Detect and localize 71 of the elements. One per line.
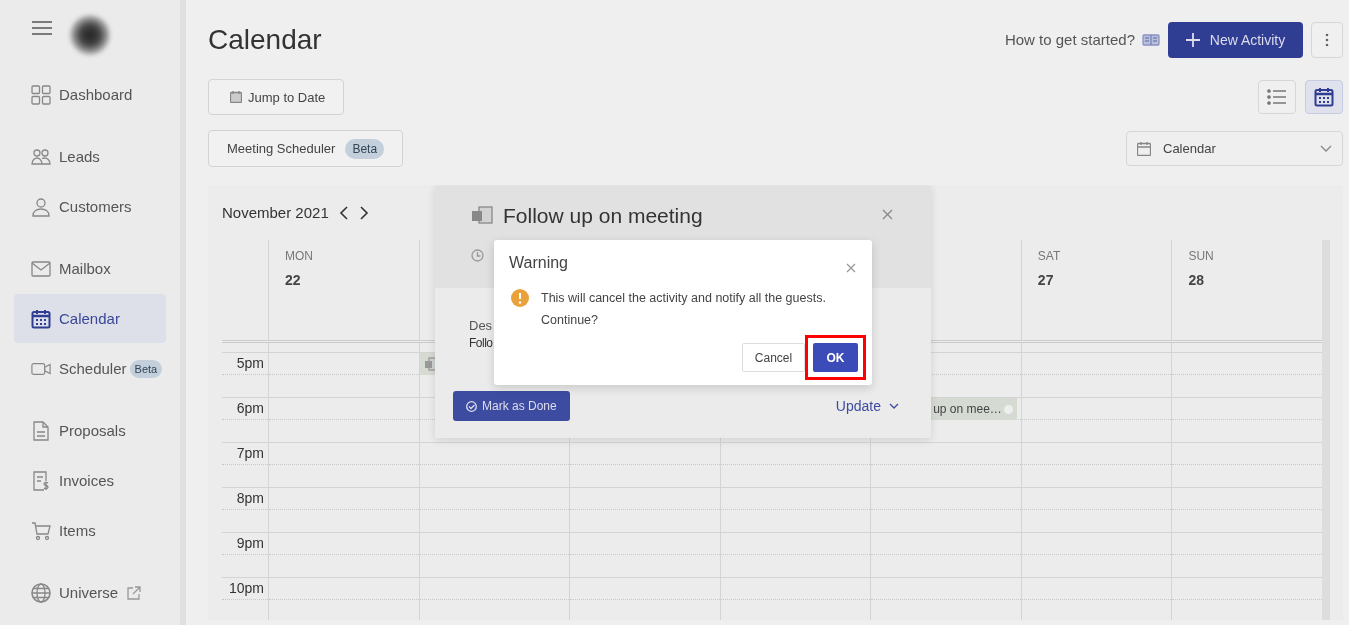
sidebar-item[interactable]: Mailbox	[14, 244, 166, 293]
time-label: 5pm	[236, 355, 264, 371]
time-label: 10pm	[228, 580, 264, 596]
close-icon[interactable]	[846, 263, 856, 273]
clock-icon	[471, 249, 484, 262]
weekday-label: MON	[285, 249, 314, 263]
list-view-button[interactable]	[1258, 80, 1296, 114]
confirm-button[interactable]: OK	[813, 343, 858, 372]
sidebar-item[interactable]: Universe	[14, 568, 166, 617]
dialog-title: Warning	[509, 254, 568, 272]
date-number: 27	[1037, 272, 1055, 288]
chevron-left-icon[interactable]	[338, 204, 349, 221]
new-activity-button[interactable]: New Activity	[1168, 21, 1303, 58]
sidebar-item[interactable]: Leads	[14, 132, 166, 181]
menu-icon[interactable]	[31, 19, 53, 36]
jump-to-date-button[interactable]: Jump to Date	[208, 79, 345, 115]
date-number: 22	[285, 272, 302, 288]
beta-badge: Beta	[129, 359, 163, 378]
sidebar-item[interactable]: Calendar	[14, 294, 166, 343]
date-number: 28	[1188, 272, 1205, 288]
mark-as-done-button[interactable]: Mark as Done	[453, 391, 570, 421]
sidebar-item[interactable]: Proposals	[14, 406, 166, 455]
calendar-icon	[31, 308, 51, 329]
list-icon	[1267, 89, 1287, 105]
chevron-down-icon	[889, 403, 899, 409]
beta-badge: Beta	[345, 138, 385, 159]
mail-icon	[31, 260, 51, 277]
sidebar-item[interactable]: Invoices	[14, 456, 166, 505]
people-icon	[31, 146, 51, 167]
cart-icon	[31, 520, 51, 541]
grid-icon	[31, 84, 51, 105]
calendar-icon	[230, 91, 242, 103]
month-label: November 2021	[222, 204, 329, 221]
calendar-view-button[interactable]	[1305, 80, 1343, 114]
calendar-icon	[1314, 87, 1334, 107]
meeting-scheduler-button[interactable]: Meeting Scheduler Beta	[208, 130, 404, 167]
description-text: Follo	[469, 336, 493, 350]
chevron-right-icon[interactable]	[358, 204, 369, 221]
time-label: 8pm	[236, 490, 264, 506]
cancel-button[interactable]: Cancel	[742, 343, 805, 372]
description-label: Des	[469, 318, 493, 333]
document-icon	[32, 420, 50, 441]
logo-icon	[70, 14, 110, 55]
sidebar-item[interactable]: Scheduler Beta	[14, 344, 166, 393]
calendar-icon	[1137, 141, 1151, 156]
check-circle-icon	[466, 400, 477, 412]
invoice-icon	[32, 470, 50, 491]
plus-icon	[1185, 32, 1200, 47]
view-select[interactable]: Calendar	[1126, 131, 1343, 166]
calendar-event-icon	[471, 206, 493, 226]
help-link[interactable]: How to get started?	[1004, 31, 1135, 48]
warning-icon	[511, 289, 529, 307]
external-link-icon	[127, 585, 142, 600]
book-icon	[1142, 32, 1160, 47]
warning-message: This will cancel the activity and notify all the guests. Continue?	[541, 290, 827, 329]
chevron-down-icon	[1320, 144, 1332, 153]
page-title: Calendar	[208, 23, 322, 56]
sidebar-item[interactable]: Items	[14, 506, 166, 555]
sidebar-item[interactable]: Customers	[14, 182, 166, 231]
popover-title: Follow up on meeting	[503, 204, 703, 228]
globe-icon	[31, 582, 51, 603]
weekday-label: SAT	[1037, 249, 1062, 263]
time-label: 9pm	[236, 535, 264, 551]
kebab-icon	[1325, 32, 1329, 47]
video-camera-icon	[31, 360, 51, 377]
time-label: 6pm	[236, 400, 264, 416]
close-icon[interactable]	[882, 209, 893, 220]
sidebar-item[interactable]: Dashboard	[14, 70, 166, 119]
weekday-label: SUN	[1188, 249, 1215, 263]
person-icon	[31, 196, 51, 217]
time-label: 7pm	[236, 445, 264, 461]
